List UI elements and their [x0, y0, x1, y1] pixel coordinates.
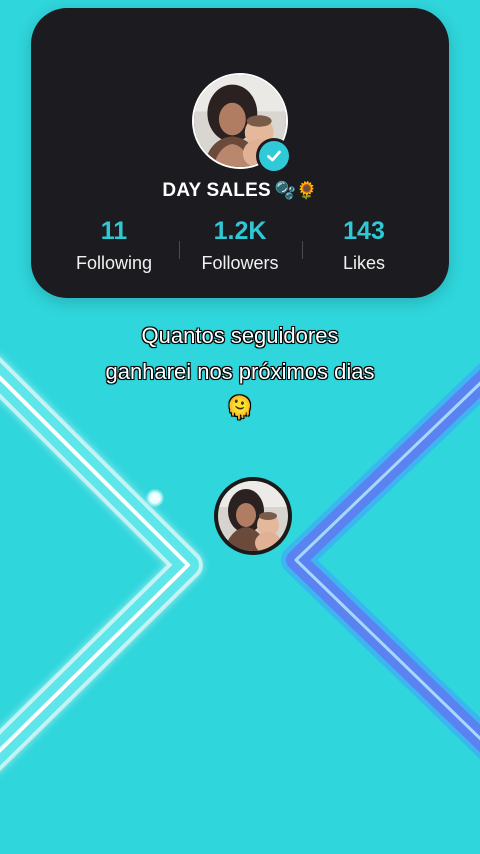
stat-following[interactable]: 11 Following: [51, 214, 177, 277]
question-emoji: 🫠: [226, 395, 254, 420]
username-row: DAY SALES 🫧🌻: [31, 180, 449, 202]
likes-label: Likes: [342, 253, 386, 273]
stat-followers[interactable]: 1.2K Followers: [177, 214, 303, 277]
ball-avatar-photo: [218, 481, 288, 551]
glow-particle: [146, 489, 164, 507]
question-line-2: ganharei nos próximos dias: [105, 359, 375, 384]
stat-likes[interactable]: 143 Likes: [301, 214, 427, 277]
followers-label: Followers: [201, 253, 279, 273]
question-caption: Quantos seguidores ganharei nos próximos…: [40, 318, 440, 426]
following-label: Following: [75, 253, 153, 273]
bouncing-avatar-ball: [214, 477, 292, 555]
verified-badge: [256, 138, 292, 174]
question-line-1: Quantos seguidores: [141, 323, 339, 348]
likes-count: 143: [343, 217, 385, 245]
left-bounce-wall: [0, 356, 203, 772]
username-emoji: 🫧🌻: [274, 181, 318, 200]
username: DAY SALES: [162, 180, 271, 201]
checkmark-icon: [267, 150, 281, 162]
right-bounce-wall: [281, 362, 480, 760]
profile-stats: 11 Following 1.2K Followers 143 Likes: [31, 214, 449, 284]
following-count: 11: [100, 217, 128, 245]
followers-count: 1.2K: [213, 217, 267, 245]
profile-card: DAY SALES 🫧🌻 11 Following 1.2K Followers …: [31, 8, 449, 298]
